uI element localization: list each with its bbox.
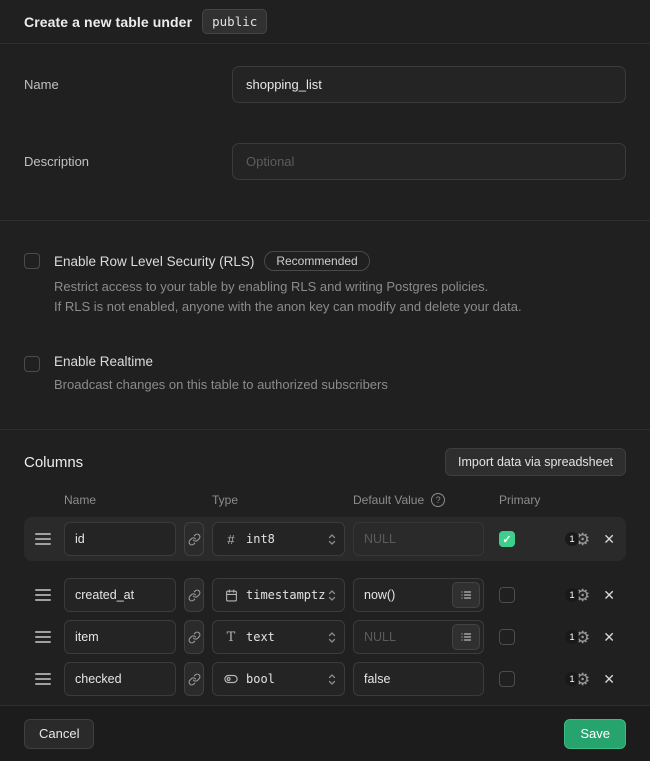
realtime-description: Broadcast changes on this table to autho… [54,375,388,395]
header-primary: Primary [499,493,540,507]
chevron-updown-icon [326,672,338,687]
column-name-input[interactable] [64,620,176,654]
default-value-picker-button[interactable] [452,624,480,650]
foreign-key-link-button[interactable] [184,662,204,696]
remove-column-button[interactable]: ✕ [603,629,615,646]
columns-title: Columns [24,454,83,471]
column-row-id: # int8 ✓ 1 ⚙ ✕ [24,517,626,561]
description-label: Description [24,154,232,169]
column-name-input[interactable] [64,662,176,696]
hash-icon: # [222,532,240,547]
toggle-icon [222,672,240,686]
header-name: Name [64,493,212,507]
drag-handle-icon[interactable] [35,589,51,601]
column-type-label: text [240,630,326,644]
remove-column-button[interactable]: ✕ [603,531,615,548]
primary-checkbox[interactable] [499,587,515,603]
import-spreadsheet-button[interactable]: Import data via spreadsheet [445,448,626,476]
help-icon[interactable]: ? [431,493,445,507]
table-description-input[interactable] [232,143,626,180]
column-type-select[interactable]: T text [212,620,345,654]
chevron-updown-icon [326,532,338,547]
chevron-updown-icon [326,630,338,645]
settings-count-badge: 1 [565,588,579,602]
dialog-title: Create a new table under [24,14,192,30]
description-field-row: Description [24,143,626,180]
column-type-select[interactable]: bool [212,662,345,696]
realtime-content: Enable Realtime Broadcast changes on thi… [54,354,388,395]
link-icon [188,631,201,644]
columns-table-headers: Name Type Default Value ? Primary [24,493,626,507]
chevron-updown-icon [326,588,338,603]
columns-section: Columns Import data via spreadsheet Name… [0,430,650,705]
header-type: Type [212,493,353,507]
column-type-select[interactable]: # int8 [212,522,345,556]
realtime-label: Enable Realtime [54,354,153,369]
foreign-key-link-button[interactable] [184,620,204,654]
primary-checkbox[interactable] [499,629,515,645]
name-field-row: Name [24,66,626,103]
link-icon [188,533,201,546]
header-default-value: Default Value ? [353,493,499,507]
rls-label: Enable Row Level Security (RLS) [54,254,254,269]
general-section: Name Description [0,44,650,221]
drag-handle-icon[interactable] [35,673,51,685]
column-row-created-at: timestamptz 1 ⚙ ✕ [24,574,626,616]
column-settings-button[interactable]: 1 ⚙ [565,671,590,688]
primary-checkbox[interactable] [499,671,515,687]
primary-checkbox[interactable]: ✓ [499,531,515,547]
link-icon [188,589,201,602]
remove-column-button[interactable]: ✕ [603,671,615,688]
default-value-picker-button[interactable] [452,582,480,608]
foreign-key-link-button[interactable] [184,522,204,556]
name-label: Name [24,77,232,92]
column-type-label: bool [240,672,326,686]
dialog-header: Create a new table under public [0,0,650,44]
column-settings-button[interactable]: 1 ⚙ [565,531,590,548]
realtime-block: Enable Realtime Broadcast changes on thi… [24,354,626,395]
column-default-input [353,522,484,556]
rls-content: Enable Row Level Security (RLS) Recommen… [54,251,522,317]
settings-count-badge: 1 [565,630,579,644]
dialog-footer: Cancel Save [0,705,650,761]
list-icon [460,631,472,643]
table-name-input[interactable] [232,66,626,103]
column-row-item: T text 1 ⚙ ✕ [24,616,626,658]
rls-description: Restrict access to your table by enablin… [54,277,522,317]
create-table-dialog: Create a new table under public Name Des… [0,0,650,761]
remove-column-button[interactable]: ✕ [603,587,615,604]
schema-badge: public [202,9,267,34]
drag-handle-icon[interactable] [35,533,51,545]
options-section: Enable Row Level Security (RLS) Recommen… [0,221,650,430]
column-default-input[interactable] [353,662,484,696]
column-settings-button[interactable]: 1 ⚙ [565,587,590,604]
column-settings-button[interactable]: 1 ⚙ [565,629,590,646]
column-type-select[interactable]: timestamptz [212,578,345,612]
cancel-button[interactable]: Cancel [24,719,94,749]
drag-handle-icon[interactable] [35,631,51,643]
column-type-label: timestamptz [240,588,326,602]
recommended-badge: Recommended [264,251,369,271]
rls-block: Enable Row Level Security (RLS) Recommen… [24,251,626,317]
column-name-input[interactable] [64,578,176,612]
column-name-input[interactable] [64,522,176,556]
foreign-key-link-button[interactable] [184,578,204,612]
save-button[interactable]: Save [564,719,626,749]
settings-count-badge: 1 [565,532,579,546]
column-row-checked: bool 1 ⚙ ✕ [24,658,626,700]
settings-count-badge: 1 [565,672,579,686]
calendar-icon [222,589,240,602]
realtime-checkbox[interactable] [24,356,40,372]
text-type-icon: T [222,630,240,645]
list-icon [460,589,472,601]
column-type-label: int8 [240,532,326,546]
columns-rows: # int8 ✓ 1 ⚙ ✕ [24,517,626,700]
link-icon [188,673,201,686]
rls-checkbox[interactable] [24,253,40,269]
